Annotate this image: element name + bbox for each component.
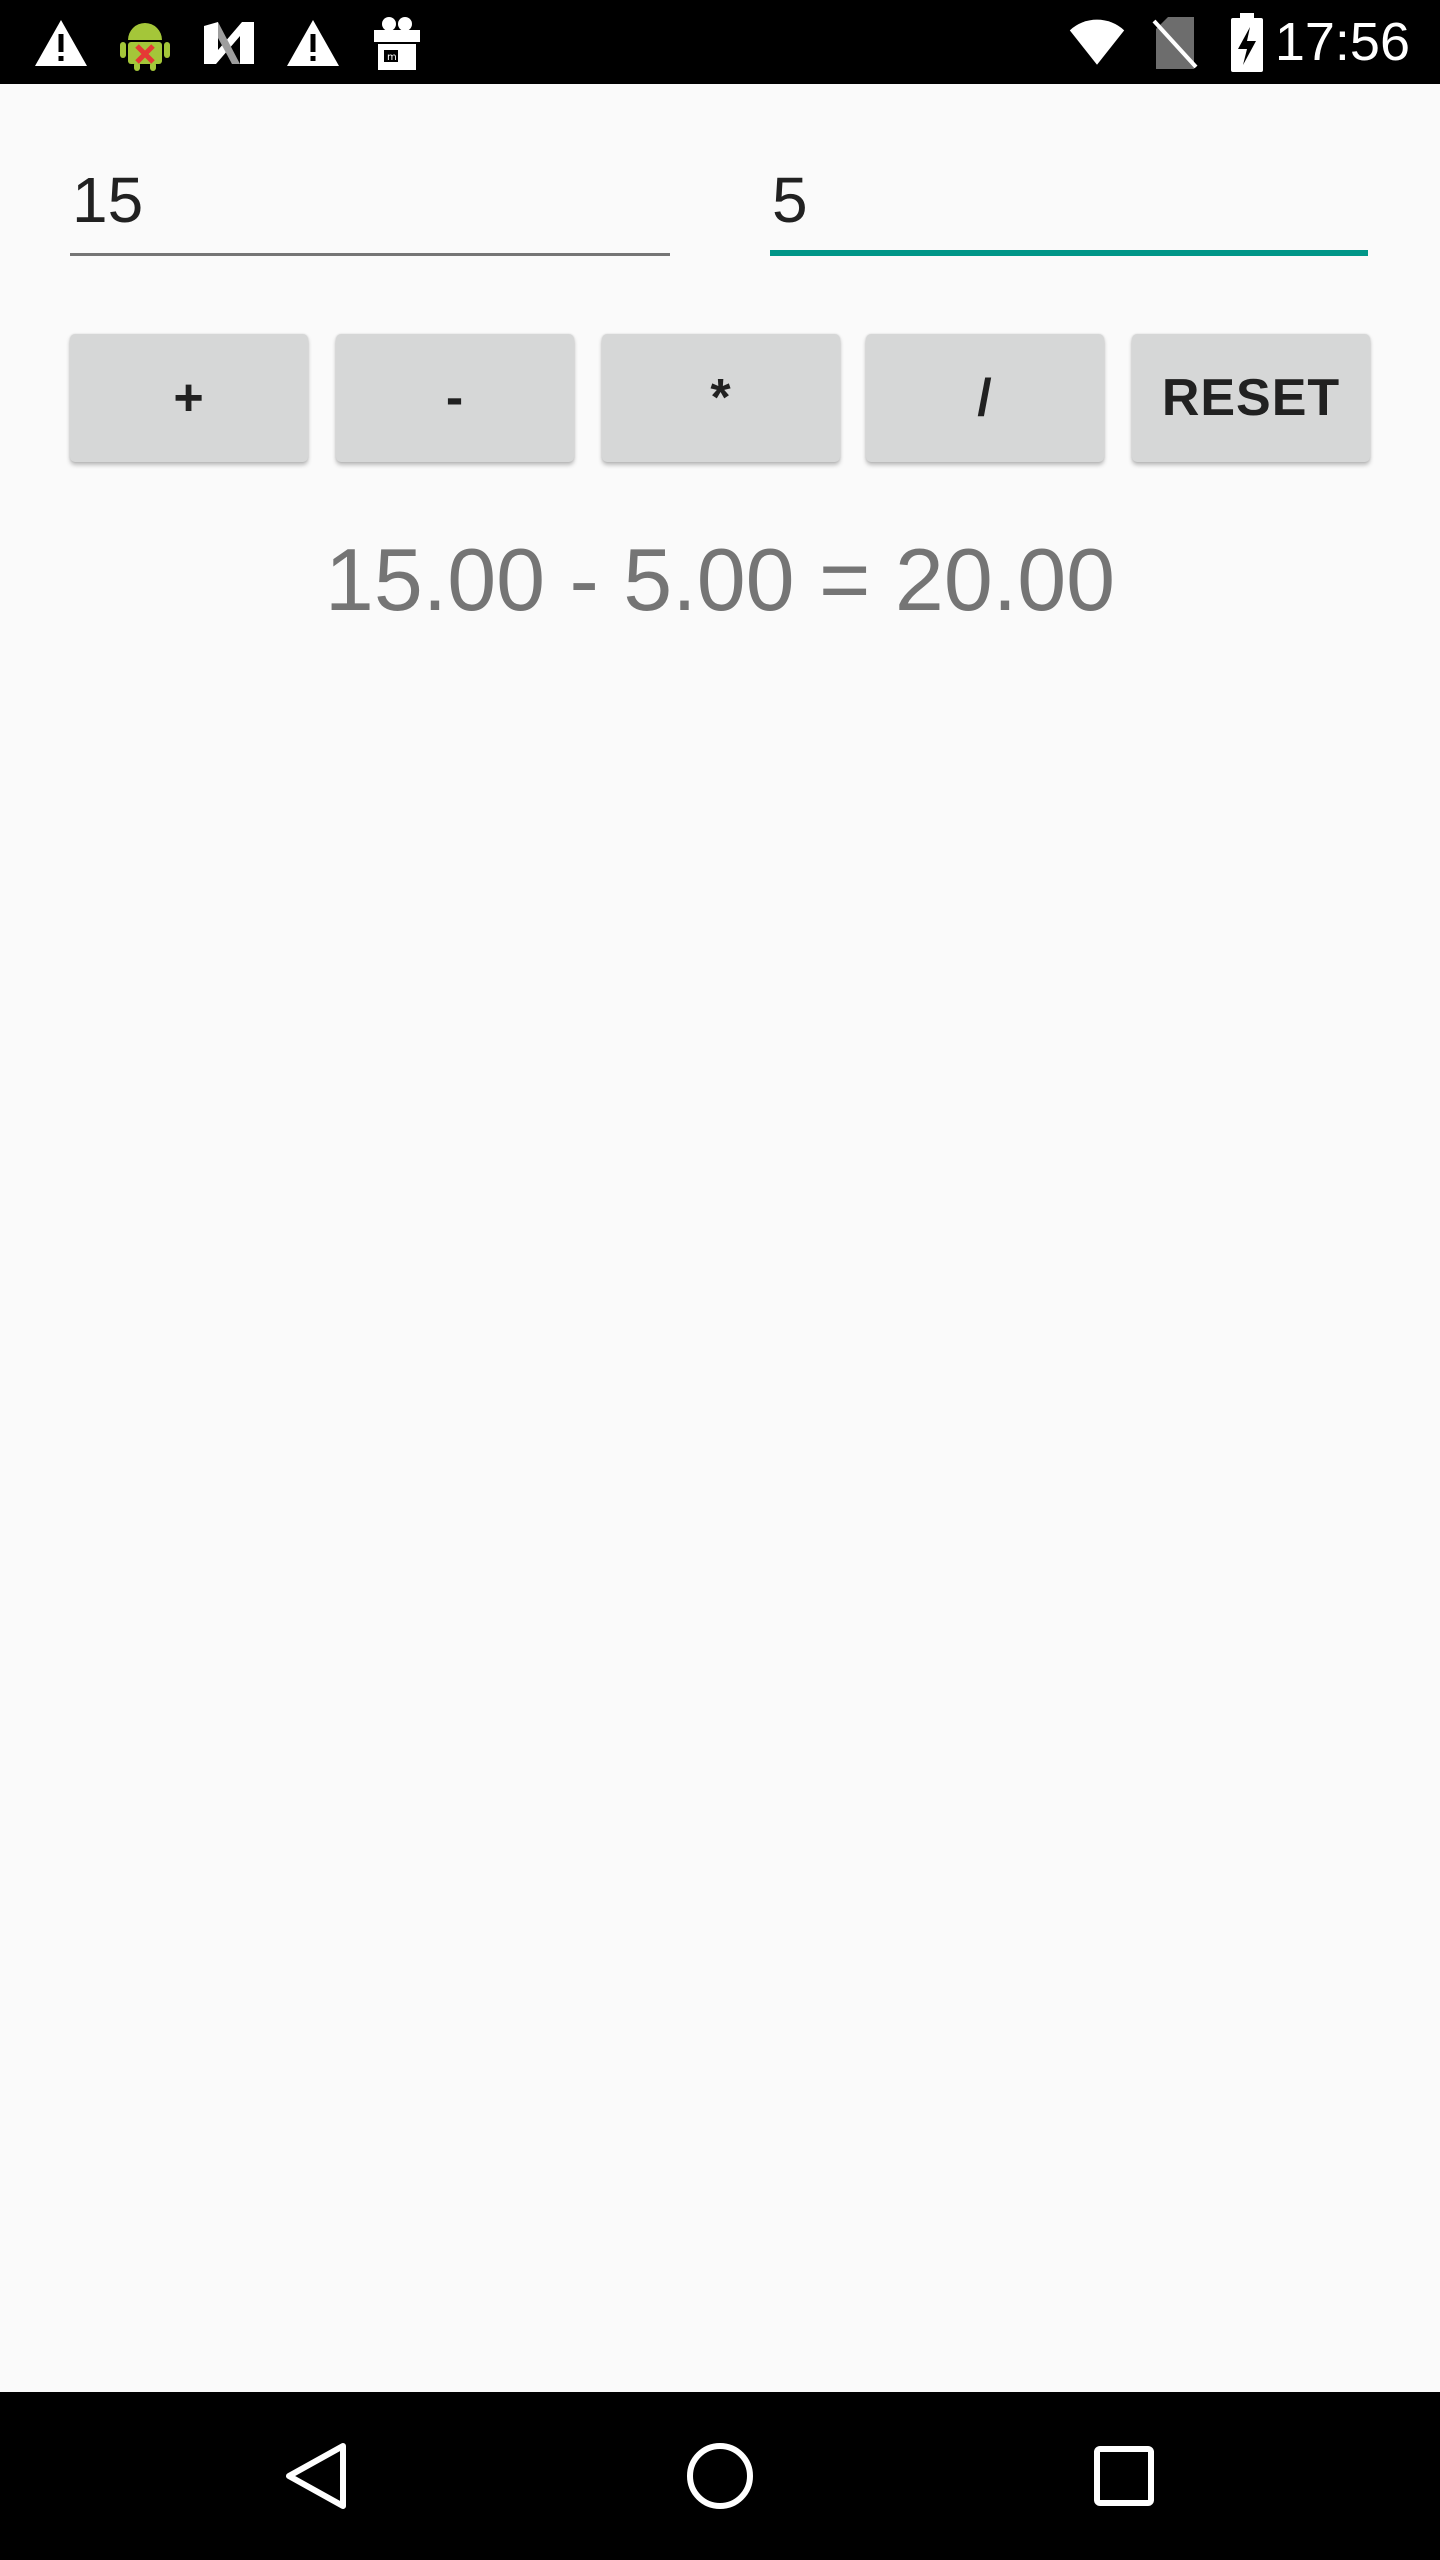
add-button[interactable]: + xyxy=(70,334,308,462)
calculator-screen: m 17:56 15 5 + - * / RESET 15.00 - 5.00 … xyxy=(0,0,1440,2560)
n-icon xyxy=(200,14,258,72)
first-number-value: 15 xyxy=(72,164,144,236)
divide-button[interactable]: / xyxy=(866,334,1104,462)
result-text: 15.00 - 5.00 = 20.00 xyxy=(324,530,1116,629)
navigation-bar xyxy=(0,2392,1440,2560)
warning-icon xyxy=(32,14,90,72)
svg-text:m: m xyxy=(387,52,397,63)
second-number-underline xyxy=(770,250,1368,256)
first-number-underline xyxy=(70,253,670,256)
battery-charging-icon xyxy=(1218,13,1276,72)
multiply-button[interactable]: * xyxy=(602,334,840,462)
no-sim-icon xyxy=(1146,14,1204,72)
second-number-field[interactable]: 5 xyxy=(770,150,1368,256)
back-icon[interactable] xyxy=(274,2434,358,2518)
status-bar: m 17:56 xyxy=(0,0,1440,84)
first-number-field[interactable]: 15 xyxy=(70,150,670,256)
status-time: 17:56 xyxy=(1274,12,1410,72)
subtract-button[interactable]: - xyxy=(336,334,574,462)
home-icon[interactable] xyxy=(678,2434,762,2518)
warning-icon xyxy=(284,14,342,72)
recents-icon[interactable] xyxy=(1082,2434,1166,2518)
wifi-icon xyxy=(1068,14,1126,72)
second-number-value: 5 xyxy=(772,164,808,236)
android-debug-icon xyxy=(116,14,174,72)
gift-box-icon: m xyxy=(368,14,426,72)
reset-button[interactable]: RESET xyxy=(1132,334,1370,462)
